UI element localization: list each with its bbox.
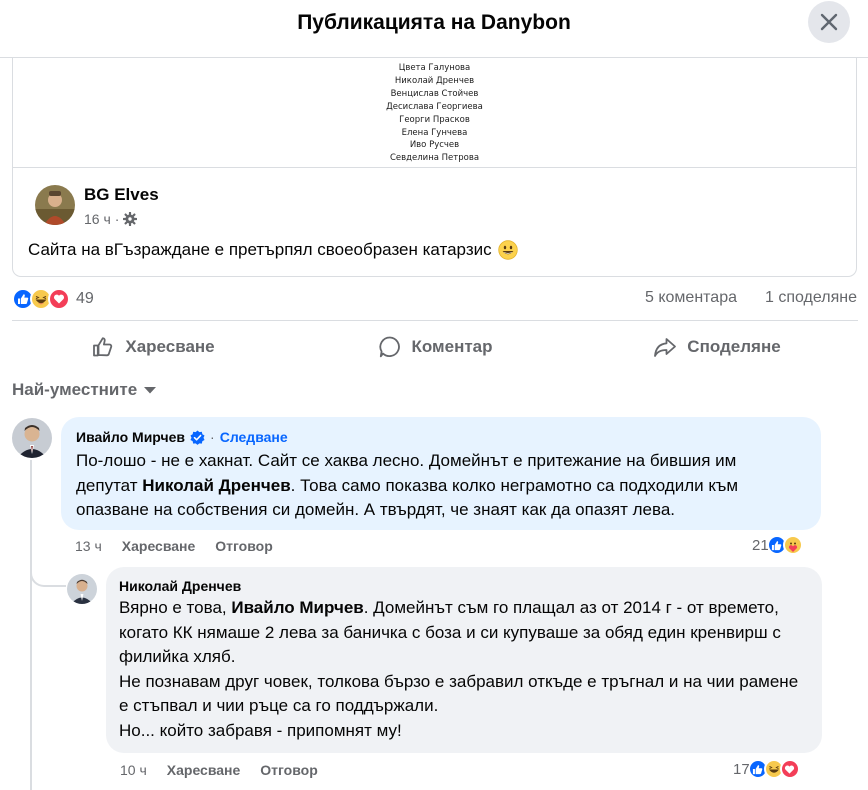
image-name-line: Севделина Петрова bbox=[389, 153, 480, 164]
reply-bubble[interactable]: Николай Дренчев Вярно е това, Ивайло Мир… bbox=[106, 567, 822, 753]
share-button[interactable]: Споделяне bbox=[576, 326, 858, 368]
follow-link[interactable]: Следване bbox=[220, 429, 288, 445]
shared-post-meta: 16 ч · bbox=[84, 211, 138, 227]
comment-time[interactable]: 10 ч bbox=[120, 762, 147, 778]
comment-icon bbox=[378, 336, 400, 358]
comment-meta: 10 ч Харесване Отговор bbox=[120, 762, 318, 778]
comment-bubble[interactable]: Ивайло Мирчев · Следване По-лошо - не е … bbox=[61, 417, 821, 530]
reaction-count: 49 bbox=[76, 290, 94, 307]
post-actions: Харесване Коментар Споделяне bbox=[12, 326, 858, 368]
mention-link[interactable]: Ивайло Мирчев bbox=[231, 598, 363, 617]
avatar[interactable] bbox=[35, 185, 75, 225]
mention-link[interactable]: Николай Дренчев bbox=[142, 476, 290, 495]
verified-badge-icon bbox=[190, 429, 205, 445]
comment-like-button[interactable]: Харесване bbox=[167, 762, 241, 778]
dialog-header: Публикацията на Danybon bbox=[0, 0, 868, 50]
comment-sort-dropdown[interactable]: Най-уместните bbox=[12, 380, 157, 400]
image-name-line: Десислава Георгиева bbox=[386, 101, 483, 112]
dialog-title: Публикацията на Danybon bbox=[297, 11, 571, 34]
comment-reply-button[interactable]: Отговор bbox=[215, 538, 272, 554]
shares-count-link[interactable]: 1 споделяне bbox=[765, 289, 857, 307]
shared-post-time[interactable]: 16 ч bbox=[84, 211, 111, 227]
image-name-line: Елена Гунчева bbox=[401, 127, 468, 138]
close-icon bbox=[820, 13, 838, 31]
chevron-down-icon bbox=[144, 387, 157, 394]
comments-count-link[interactable]: 5 коментара bbox=[645, 289, 737, 307]
post-stats: 49 5 коментара 1 споделяне bbox=[12, 286, 858, 312]
love-reaction-icon bbox=[48, 288, 70, 310]
shared-image: Цвета Галунова Николай Дренчев Венцислав… bbox=[13, 62, 856, 165]
image-name-line: Иво Русчев bbox=[409, 140, 460, 151]
comment-like-button[interactable]: Харесване bbox=[122, 538, 196, 554]
comment-meta: 13 ч Харесване Отговор bbox=[75, 538, 273, 554]
comment-text: Вярно е това, Ивайло Мирчев. Домейнът съ… bbox=[119, 598, 799, 740]
close-button[interactable] bbox=[808, 1, 850, 43]
comment-author[interactable]: Ивайло Мирчев bbox=[76, 429, 185, 445]
image-name-line: Николай Дренчев bbox=[394, 75, 475, 86]
grinning-emoji-icon bbox=[497, 240, 518, 260]
image-name-line: Венцислав Стойчев bbox=[390, 88, 479, 99]
share-icon bbox=[654, 338, 677, 357]
comment-reactions[interactable]: 21 bbox=[752, 535, 803, 555]
image-name-line: Цвета Галунова bbox=[398, 63, 471, 73]
avatar[interactable] bbox=[67, 574, 97, 604]
comment-text: По-лошо - не е хакнат. Сайт се хаква лес… bbox=[76, 451, 739, 519]
thumbs-up-icon bbox=[93, 337, 113, 357]
reaction-summary[interactable]: 49 bbox=[12, 288, 94, 310]
comment-button[interactable]: Коментар bbox=[294, 326, 576, 368]
image-name-line: Георги Прасков bbox=[399, 114, 470, 125]
thread-line bbox=[30, 460, 32, 790]
comment-reactions[interactable]: 17 bbox=[733, 759, 800, 779]
avatar[interactable] bbox=[12, 418, 52, 458]
comment-author[interactable]: Николай Дренчев bbox=[119, 578, 241, 594]
shared-post-text: Сайта на вГъзраждане е претърпял своеобр… bbox=[28, 240, 518, 260]
comment-time[interactable]: 13 ч bbox=[75, 538, 102, 554]
comment-reply-button[interactable]: Отговор bbox=[260, 762, 317, 778]
gear-icon bbox=[123, 212, 138, 226]
love-reaction-icon bbox=[779, 759, 800, 779]
like-button[interactable]: Харесване bbox=[12, 326, 294, 368]
shared-post-author[interactable]: BG Elves bbox=[84, 185, 159, 205]
card-divider bbox=[13, 167, 856, 168]
shared-post-card[interactable]: Цвета Галунова Николай Дренчев Венцислав… bbox=[12, 58, 857, 277]
stats-divider bbox=[12, 320, 858, 321]
thread-connector bbox=[30, 563, 66, 587]
care-reaction-icon bbox=[782, 535, 803, 555]
